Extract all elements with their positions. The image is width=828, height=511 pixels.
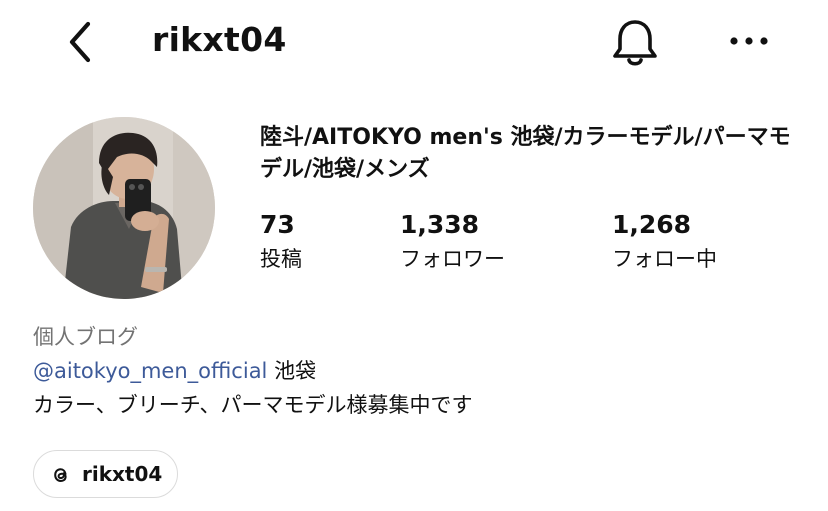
top-bar: rikxt04: [0, 0, 828, 90]
more-options-button[interactable]: [726, 26, 772, 56]
threads-icon: [54, 468, 67, 483]
header-username: rikxt04: [152, 20, 287, 59]
profile-category: 個人ブログ: [33, 325, 138, 349]
bio-line-2: カラー、ブリーチ、パーマモデル様募集中です: [33, 393, 473, 417]
profile-full-name: 陸斗/AITOKYO men's 池袋/カラーモデル/パーマモデル/池袋/メンズ: [260, 125, 791, 182]
chevron-left-icon: [69, 21, 91, 63]
posts-label: 投稿: [260, 247, 302, 271]
posts-stat: 73 投稿: [260, 208, 302, 274]
more-horizontal-icon: [730, 37, 768, 45]
notifications-button[interactable]: [608, 14, 662, 70]
bio-mention-link[interactable]: @aitokyo_men_official: [33, 359, 267, 383]
bio-line-1: @aitokyo_men_official 池袋: [33, 356, 316, 386]
followers-count: 1,338: [400, 210, 480, 239]
profile-photo: [33, 117, 215, 299]
following-label: フォロー中: [612, 247, 717, 271]
following-stat[interactable]: 1,268 フォロー中: [612, 208, 717, 274]
threads-link-button[interactable]: rikxt04: [33, 450, 178, 498]
back-button[interactable]: [58, 18, 102, 66]
avatar[interactable]: [33, 117, 215, 299]
bell-icon: [613, 20, 657, 66]
followers-stat[interactable]: 1,338 フォロワー: [400, 208, 505, 274]
followers-label: フォロワー: [400, 247, 505, 271]
bio-mention-suffix: 池袋: [267, 359, 317, 383]
following-count: 1,268: [612, 210, 692, 239]
posts-count: 73: [260, 210, 295, 239]
threads-label: rikxt04: [82, 462, 163, 486]
